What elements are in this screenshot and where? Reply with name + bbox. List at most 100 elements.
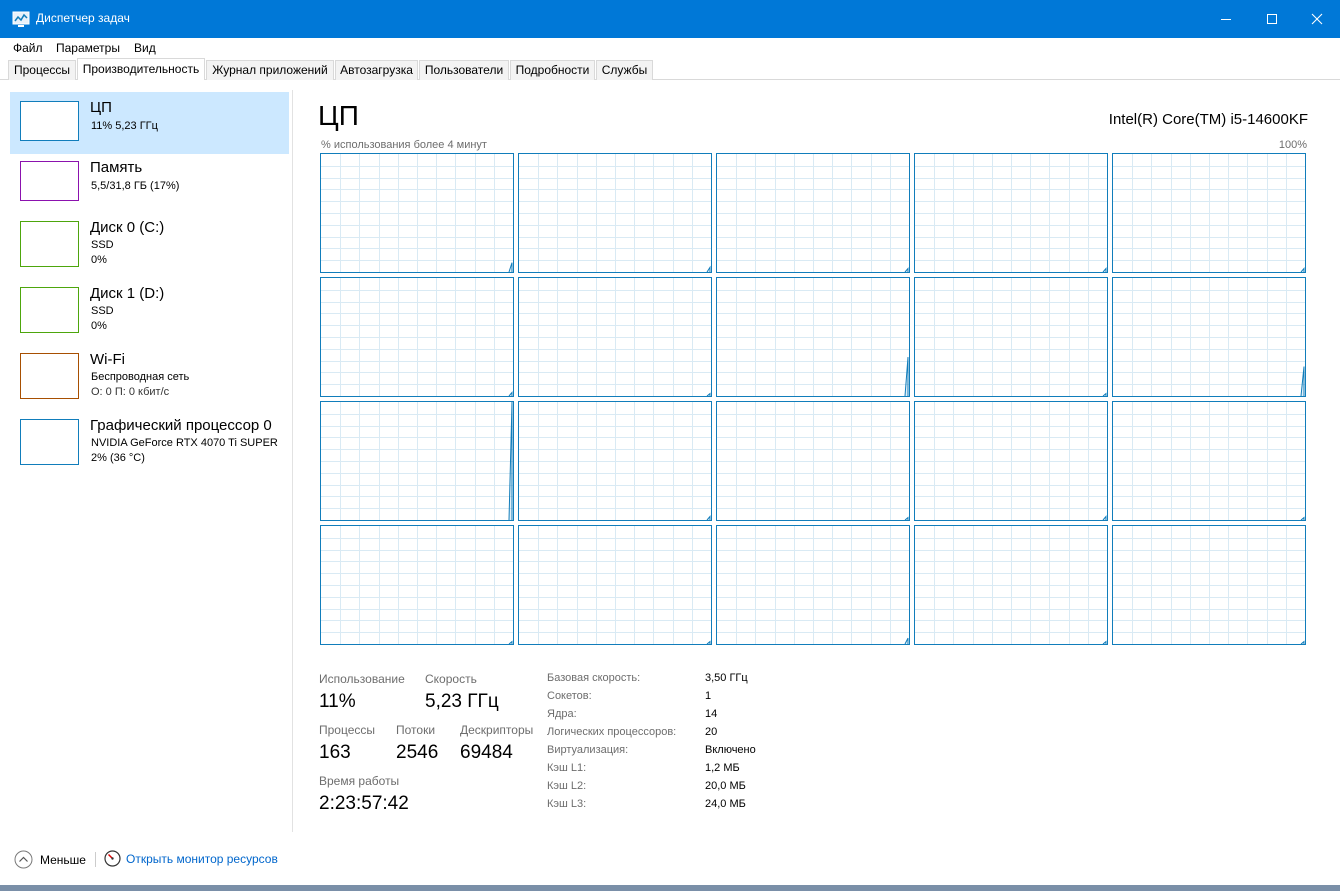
core-graph-12 — [716, 401, 910, 521]
menu-file[interactable]: Файл — [13, 38, 43, 58]
spec-value-sockets: 1 — [705, 690, 712, 702]
speed-label: Скорость — [425, 672, 477, 686]
core-graph-8 — [914, 277, 1108, 397]
core-graph-14 — [1112, 401, 1306, 521]
core-graph-2 — [716, 153, 910, 273]
core-graph-3 — [914, 153, 1108, 273]
spec-value-virtualization: Включено — [705, 744, 756, 756]
tab-details[interactable]: Подробности — [510, 60, 595, 80]
task-manager-icon — [12, 10, 30, 28]
resource-monitor-icon — [104, 850, 121, 867]
menu-view[interactable]: Вид — [134, 38, 156, 58]
processes-value: 163 — [319, 742, 351, 763]
fewer-details-button[interactable]: Меньше — [14, 850, 86, 869]
cpu-model-name: Intel(R) Core(TM) i5-14600KF — [1108, 111, 1308, 128]
close-button[interactable] — [1294, 0, 1340, 38]
graph-max-label: 100% — [1278, 139, 1307, 151]
core-graph-16 — [518, 525, 712, 645]
core-usage-line — [706, 265, 711, 272]
sidebar-item-detail: 11% 5,23 ГГц — [91, 120, 158, 132]
threads-value: 2546 — [396, 742, 439, 763]
core-usage-line — [904, 267, 909, 272]
maximize-button[interactable] — [1249, 0, 1295, 38]
open-resource-monitor-label: Открыть монитор ресурсов — [126, 851, 278, 866]
tab-app-history[interactable]: Журнал приложений — [206, 60, 334, 80]
core-usage-line — [904, 516, 909, 520]
sidebar-item-detail: 5,5/31,8 ГБ (17%) — [91, 180, 180, 192]
threads-label: Потоки — [396, 723, 436, 737]
task-manager-window: Диспетчер задач Файл Параметры Вид Проце… — [0, 0, 1340, 885]
spec-value-l2: 20,0 МБ — [705, 780, 746, 792]
logical-processor-graphs — [320, 153, 1308, 647]
sidebar-item-disk1[interactable]: Диск 1 (D:) SSD 0% — [10, 278, 289, 344]
sidebar-item-label: ЦП — [90, 99, 112, 116]
spec-value-cores: 14 — [705, 708, 718, 720]
core-graph-7 — [716, 277, 910, 397]
spec-value-logical: 20 — [705, 726, 718, 738]
sidebar-item-label: Диск 1 (D:) — [90, 285, 165, 302]
spec-label-cores: Ядра: — [547, 708, 577, 720]
memory-thumbnail-graph — [20, 161, 79, 201]
tab-startup[interactable]: Автозагрузка — [335, 60, 418, 80]
disk0-thumbnail-graph — [20, 221, 79, 267]
wifi-thumbnail-graph — [20, 353, 79, 399]
open-resource-monitor-link[interactable]: Открыть монитор ресурсов — [104, 850, 278, 867]
sidebar-item-gpu[interactable]: Графический процессор 0 NVIDIA GeForce R… — [10, 410, 289, 476]
tab-performance[interactable]: Производительность — [77, 58, 205, 80]
sidebar-item-disk0[interactable]: Диск 0 (C:) SSD 0% — [10, 212, 289, 278]
footer-separator — [95, 852, 96, 867]
core-graph-11 — [518, 401, 712, 521]
sidebar-item-detail: Беспроводная сеть — [91, 371, 190, 383]
cpu-detail-panel: ЦП Intel(R) Core(TM) i5-14600KF % исполь… — [293, 90, 1340, 834]
title-bar[interactable]: Диспетчер задач — [0, 0, 1340, 38]
core-usage-line — [904, 357, 909, 396]
sidebar-item-wifi[interactable]: Wi-Fi Беспроводная сеть О: 0 П: 0 кбит/с — [10, 344, 289, 410]
speed-value: 5,23 ГГц — [425, 691, 499, 712]
minimize-icon — [1221, 19, 1231, 20]
menu-bar: Файл Параметры Вид — [0, 38, 1340, 58]
footer-bar: Меньше Открыть монитор ресурсов — [0, 843, 1340, 877]
sidebar-item-label: Графический процессор 0 — [90, 417, 272, 434]
core-graph-17 — [716, 525, 910, 645]
sidebar-item-cpu[interactable]: ЦП 11% 5,23 ГГц — [10, 92, 289, 154]
core-graph-19 — [1112, 525, 1306, 645]
core-usage-line — [904, 637, 909, 644]
spec-label-l1: Кэш L1: — [547, 762, 587, 774]
maximize-icon — [1267, 14, 1277, 24]
core-usage-line — [1102, 515, 1107, 520]
sidebar-item-usage: 0% — [91, 320, 107, 332]
sidebar-item-memory[interactable]: Память 5,5/31,8 ГБ (17%) — [10, 152, 289, 214]
usage-label: Использование — [319, 672, 405, 686]
core-usage-line — [1300, 366, 1305, 396]
sidebar-item-label: Память — [90, 159, 143, 176]
sidebar-item-throughput: О: 0 П: 0 кбит/с — [91, 386, 170, 398]
spec-value-l1: 1,2 МБ — [705, 762, 740, 774]
core-graph-13 — [914, 401, 1108, 521]
tab-users[interactable]: Пользователи — [419, 60, 509, 80]
menu-options[interactable]: Параметры — [56, 38, 120, 58]
sidebar-item-usage: 0% — [91, 254, 107, 266]
window-title: Диспетчер задач — [36, 11, 130, 25]
core-usage-line — [1300, 267, 1305, 272]
core-graph-9 — [1112, 277, 1306, 397]
disk1-thumbnail-graph — [20, 287, 79, 333]
core-usage-line — [1102, 640, 1107, 644]
core-usage-line — [706, 640, 711, 644]
core-usage-line — [706, 515, 711, 520]
minimize-button[interactable] — [1203, 0, 1249, 38]
spec-value-l3: 24,0 МБ — [705, 798, 746, 810]
core-graph-4 — [1112, 153, 1306, 273]
processes-label: Процессы — [319, 723, 376, 737]
handles-value: 69484 — [460, 742, 513, 763]
usage-value: 11% — [319, 691, 356, 712]
core-graph-5 — [320, 277, 514, 397]
sidebar-item-detail: SSD — [91, 239, 114, 251]
tab-services[interactable]: Службы — [596, 60, 653, 80]
gpu-thumbnail-graph — [20, 419, 79, 465]
core-usage-line — [1300, 640, 1305, 644]
tab-processes[interactable]: Процессы — [8, 60, 76, 80]
core-usage-line — [1102, 267, 1107, 272]
core-usage-line — [508, 391, 513, 396]
core-graph-15 — [320, 525, 514, 645]
uptime-value: 2:23:57:42 — [319, 793, 409, 814]
